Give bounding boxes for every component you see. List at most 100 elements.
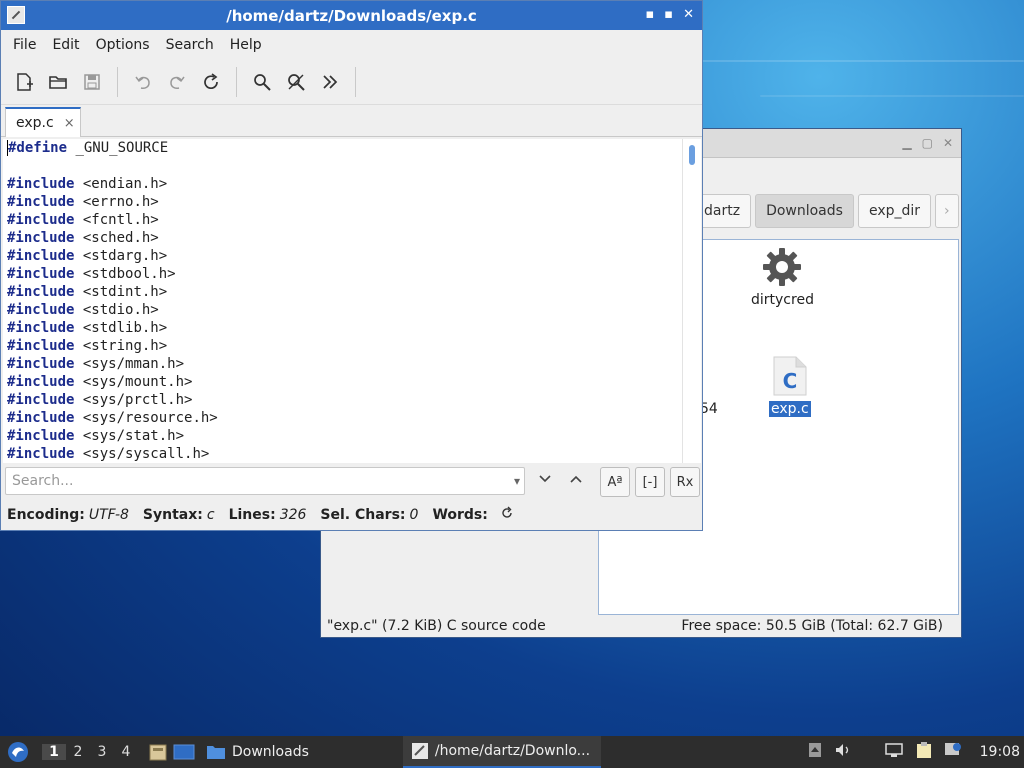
regex-icon: Rx — [676, 474, 694, 490]
desktop-4[interactable]: 4 — [114, 744, 138, 760]
chevron-right-icon[interactable]: › — [935, 194, 959, 228]
syntax-value: c — [206, 507, 215, 523]
breadcrumb: dartz Downloads exp_dir › — [698, 194, 959, 228]
lines-value: 326 — [279, 507, 307, 523]
code-line: #include <sys/prctl.h> — [3, 391, 682, 409]
start-menu-button[interactable] — [4, 738, 32, 766]
preprocessor-keyword: #include — [7, 194, 75, 210]
clock[interactable]: 19:08 — [980, 744, 1020, 760]
toolbar-separator — [117, 67, 118, 97]
preprocessor-keyword: #include — [7, 284, 75, 300]
menu-file[interactable]: File — [5, 37, 44, 53]
code-line: #include <endian.h> — [3, 175, 682, 193]
find-button[interactable] — [247, 67, 277, 97]
free-space-info: Free space: 50.5 GiB (Total: 62.7 GiB) — [681, 618, 943, 634]
volume-button[interactable] — [834, 742, 852, 762]
code-editor[interactable]: #define _GNU_SOURCE #include <endian.h> #i… — [3, 139, 682, 463]
refresh-icon — [502, 506, 512, 518]
menu-search[interactable]: Search — [158, 37, 222, 53]
syntax-label: Syntax: — [142, 507, 203, 523]
chevron-down-icon[interactable]: ▾ — [514, 474, 520, 488]
file-item-label: dirtycred — [751, 292, 814, 308]
code-line: #define _GNU_SOURCE — [3, 139, 682, 157]
menu-help[interactable]: Help — [222, 37, 270, 53]
preprocessor-keyword: #include — [7, 176, 75, 192]
preprocessor-keyword: #include — [7, 248, 75, 264]
volume-icon — [835, 744, 848, 756]
gear-icon — [763, 248, 802, 286]
tray-scroll-up[interactable] — [808, 742, 822, 762]
task-editor[interactable]: /home/dartz/Downlo... — [402, 736, 601, 768]
code-text: <sched.h> — [74, 230, 159, 246]
maximize-icon[interactable]: ▪ — [664, 7, 673, 22]
encoding-label: Encoding: — [7, 507, 85, 523]
scrollbar-thumb[interactable] — [689, 145, 695, 165]
menu-edit[interactable]: Edit — [44, 37, 87, 53]
whole-word-icon: [‑] — [642, 474, 658, 490]
open-file-button[interactable] — [43, 67, 73, 97]
breadcrumb-dartz[interactable]: dartz — [698, 194, 752, 228]
undo-icon — [135, 76, 150, 89]
minimize-icon[interactable]: ▁ — [902, 136, 911, 150]
code-line: #include <sys/mman.h> — [3, 355, 682, 373]
find-next-button[interactable] — [537, 471, 553, 491]
breadcrumb-exp-dir[interactable]: exp_dir — [857, 194, 932, 228]
clipboard-button[interactable] — [916, 741, 932, 763]
close-icon[interactable]: ✕ — [683, 7, 694, 22]
go-to-button[interactable] — [315, 67, 345, 97]
desktop-1[interactable]: 1 — [42, 744, 66, 760]
maximize-icon[interactable]: ▢ — [922, 136, 933, 150]
redo-button[interactable] — [162, 67, 192, 97]
notification-icon — [944, 743, 961, 755]
whole-word-button[interactable]: [‑] — [635, 467, 665, 497]
breadcrumb-downloads[interactable]: Downloads — [755, 194, 854, 228]
selection-info: "exp.c" (7.2 KiB) C source code — [327, 618, 546, 634]
close-tab-icon[interactable]: × — [64, 116, 75, 131]
clipboard-icon — [916, 742, 931, 758]
file-item-dirtycred[interactable]: dirtycred — [749, 246, 816, 308]
preprocessor-keyword: #include — [7, 212, 75, 228]
tab-label: exp.c — [16, 115, 54, 131]
tab-exp-c[interactable]: exp.c × — [5, 107, 81, 137]
search-input[interactable]: Search... ▾ — [5, 467, 525, 495]
new-file-button[interactable] — [9, 67, 39, 97]
reload-button[interactable] — [196, 67, 226, 97]
preprocessor-keyword: #include — [7, 374, 75, 390]
find-replace-button[interactable] — [281, 67, 311, 97]
code-text: <stdarg.h> — [74, 248, 168, 264]
code-line: #include <stdlib.h> — [3, 319, 682, 337]
find-previous-button[interactable] — [568, 471, 584, 491]
menu-options[interactable]: Options — [88, 37, 158, 53]
save-button[interactable] — [77, 67, 107, 97]
desktop-2[interactable]: 2 — [66, 744, 90, 760]
preprocessor-keyword: #include — [7, 320, 75, 336]
desktop-wave — [760, 95, 1024, 97]
code-line: #include <stdbool.h> — [3, 265, 682, 283]
minimize-icon[interactable]: ▪ — [645, 7, 654, 22]
svg-text:C: C — [783, 369, 798, 393]
refresh-words-button[interactable] — [500, 506, 514, 524]
match-case-button[interactable]: Aª — [600, 467, 630, 497]
network-button[interactable] — [884, 742, 904, 762]
close-icon[interactable]: ✕ — [943, 136, 953, 150]
preprocessor-keyword: #define — [8, 140, 68, 156]
file-item-label: exp.c — [769, 401, 811, 417]
file-manager-launcher[interactable] — [146, 743, 170, 761]
lxqt-logo-icon — [8, 742, 28, 762]
code-line: #include <fcntl.h> — [3, 211, 682, 229]
double-chevron-right-icon — [323, 75, 338, 89]
updates-button[interactable] — [944, 742, 962, 762]
code-text: <fcntl.h> — [74, 212, 159, 228]
desktop-wave — [700, 60, 1024, 62]
tab-bar: exp.c × — [1, 105, 702, 137]
task-downloads[interactable]: Downloads — [198, 736, 317, 768]
code-text: <sys/resource.h> — [74, 410, 218, 426]
preprocessor-keyword: #include — [7, 338, 75, 354]
vertical-scrollbar[interactable] — [682, 139, 701, 463]
show-desktop-button[interactable] — [170, 743, 198, 761]
desktop-3[interactable]: 3 — [90, 744, 114, 760]
undo-button[interactable] — [128, 67, 158, 97]
file-item-exp-c[interactable]: C exp.c — [769, 355, 811, 417]
code-text: <errno.h> — [74, 194, 159, 210]
regex-button[interactable]: Rx — [670, 467, 700, 497]
